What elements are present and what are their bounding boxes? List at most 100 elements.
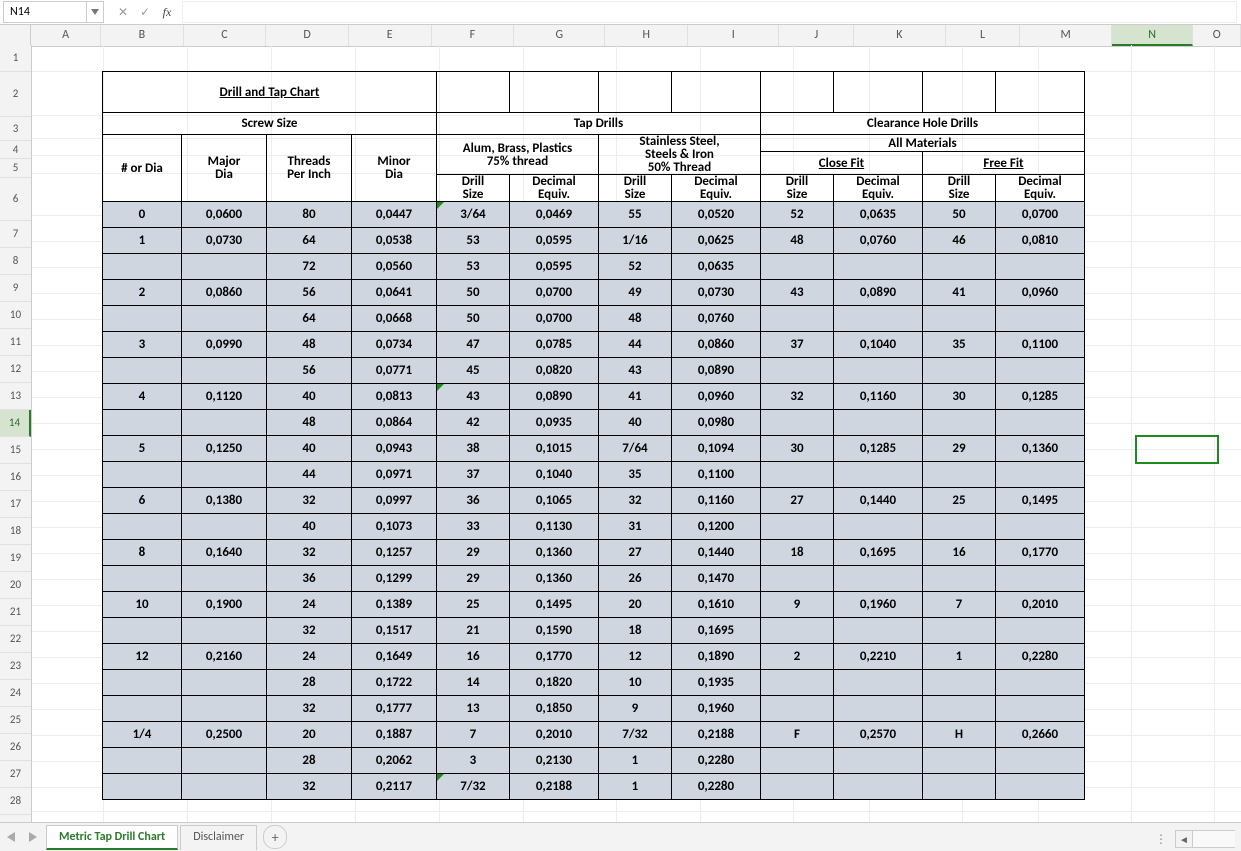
data-cell[interactable]: 0,0785: [509, 332, 598, 358]
data-cell[interactable]: [995, 358, 1084, 384]
data-cell[interactable]: 9: [760, 592, 833, 618]
data-cell[interactable]: 29: [922, 436, 995, 462]
data-cell[interactable]: 20: [266, 722, 351, 748]
data-cell[interactable]: [102, 358, 181, 384]
data-cell[interactable]: [102, 410, 181, 436]
data-cell[interactable]: 2: [760, 644, 833, 670]
data-cell[interactable]: 25: [436, 592, 509, 618]
data-cell[interactable]: 44: [598, 332, 671, 358]
data-cell[interactable]: 0,1649: [351, 644, 436, 670]
row-header-13[interactable]: 13: [0, 383, 31, 410]
data-cell[interactable]: 0,1040: [833, 332, 922, 358]
data-cell[interactable]: [760, 670, 833, 696]
data-cell[interactable]: [181, 618, 266, 644]
data-cell[interactable]: 29: [436, 540, 509, 566]
data-cell[interactable]: 0,1360: [995, 436, 1084, 462]
data-cell[interactable]: 0,1890: [671, 644, 760, 670]
data-cell[interactable]: 32: [266, 488, 351, 514]
data-cell[interactable]: 43: [760, 280, 833, 306]
data-cell[interactable]: [995, 670, 1084, 696]
data-cell[interactable]: H: [922, 722, 995, 748]
data-cell[interactable]: 7: [922, 592, 995, 618]
data-cell[interactable]: [760, 410, 833, 436]
data-cell[interactable]: 29: [436, 566, 509, 592]
data-cell[interactable]: 32: [266, 540, 351, 566]
data-cell[interactable]: 0,0771: [351, 358, 436, 384]
data-cell[interactable]: 10: [102, 592, 181, 618]
data-cell[interactable]: [181, 566, 266, 592]
data-cell[interactable]: 0,0960: [995, 280, 1084, 306]
data-cell[interactable]: [760, 696, 833, 722]
data-cell[interactable]: 0,1887: [351, 722, 436, 748]
data-cell[interactable]: [102, 774, 181, 800]
sheet-tab-metric-tap-drill-chart[interactable]: Metric Tap Drill Chart: [46, 825, 178, 850]
data-cell[interactable]: [181, 748, 266, 774]
data-cell[interactable]: [102, 254, 181, 280]
data-cell[interactable]: [922, 306, 995, 332]
data-cell[interactable]: [995, 410, 1084, 436]
select-all-corner[interactable]: [0, 25, 31, 46]
data-cell[interactable]: 0,0864: [351, 410, 436, 436]
data-cell[interactable]: 37: [760, 332, 833, 358]
scroll-left-button[interactable]: ◄: [1175, 830, 1193, 848]
data-cell[interactable]: 0,0625: [671, 228, 760, 254]
data-cell[interactable]: [922, 410, 995, 436]
data-cell[interactable]: 0,1610: [671, 592, 760, 618]
data-cell[interactable]: 0,0538: [351, 228, 436, 254]
accept-formula-button[interactable]: ✓: [134, 1, 156, 23]
data-cell[interactable]: 55: [598, 202, 671, 228]
data-cell[interactable]: 16: [922, 540, 995, 566]
data-cell[interactable]: 0,1695: [671, 618, 760, 644]
data-cell[interactable]: 52: [760, 202, 833, 228]
data-cell[interactable]: [995, 514, 1084, 540]
data-cell[interactable]: [922, 254, 995, 280]
data-cell[interactable]: 0,0635: [671, 254, 760, 280]
data-cell[interactable]: 41: [598, 384, 671, 410]
data-cell[interactable]: 0,2280: [671, 748, 760, 774]
data-cell[interactable]: [102, 670, 181, 696]
data-cell[interactable]: [760, 254, 833, 280]
insert-function-button[interactable]: fx: [156, 1, 178, 23]
data-cell[interactable]: [833, 696, 922, 722]
data-cell[interactable]: 0,0668: [351, 306, 436, 332]
data-cell[interactable]: 0,1299: [351, 566, 436, 592]
row-header-18[interactable]: 18: [0, 518, 31, 545]
data-cell[interactable]: 80: [266, 202, 351, 228]
data-cell[interactable]: 40: [598, 410, 671, 436]
data-cell[interactable]: [922, 748, 995, 774]
data-cell[interactable]: 0,2010: [995, 592, 1084, 618]
data-cell[interactable]: 48: [266, 332, 351, 358]
data-cell[interactable]: 7/32: [436, 774, 509, 800]
data-cell[interactable]: 16: [436, 644, 509, 670]
horizontal-scrollbar[interactable]: ⋮ ◄: [1155, 831, 1235, 847]
data-cell[interactable]: 21: [436, 618, 509, 644]
row-header-1[interactable]: 1: [0, 45, 31, 72]
row-header-3[interactable]: 3: [0, 117, 31, 141]
row-header-15[interactable]: 15: [0, 437, 31, 464]
data-cell[interactable]: [833, 774, 922, 800]
data-cell[interactable]: [760, 306, 833, 332]
data-cell[interactable]: 1/16: [598, 228, 671, 254]
data-cell[interactable]: 0,1360: [509, 540, 598, 566]
data-cell[interactable]: 0,1200: [671, 514, 760, 540]
data-cell[interactable]: 53: [436, 228, 509, 254]
data-cell[interactable]: [995, 462, 1084, 488]
data-cell[interactable]: 0,0760: [671, 306, 760, 332]
data-cell[interactable]: 0,0943: [351, 436, 436, 462]
data-cell[interactable]: 46: [922, 228, 995, 254]
data-cell[interactable]: [995, 306, 1084, 332]
data-cell[interactable]: 41: [922, 280, 995, 306]
data-cell[interactable]: [922, 696, 995, 722]
row-header-22[interactable]: 22: [0, 626, 31, 653]
data-cell[interactable]: 0,0890: [509, 384, 598, 410]
data-cell[interactable]: 13: [436, 696, 509, 722]
data-cell[interactable]: 33: [436, 514, 509, 540]
data-cell[interactable]: [760, 566, 833, 592]
row-header-8[interactable]: 8: [0, 248, 31, 275]
tab-scroll-left[interactable]: [2, 828, 20, 846]
data-cell[interactable]: [181, 410, 266, 436]
data-cell[interactable]: 44: [266, 462, 351, 488]
data-cell[interactable]: 43: [598, 358, 671, 384]
data-cell[interactable]: 0,1820: [509, 670, 598, 696]
data-cell[interactable]: 12: [598, 644, 671, 670]
